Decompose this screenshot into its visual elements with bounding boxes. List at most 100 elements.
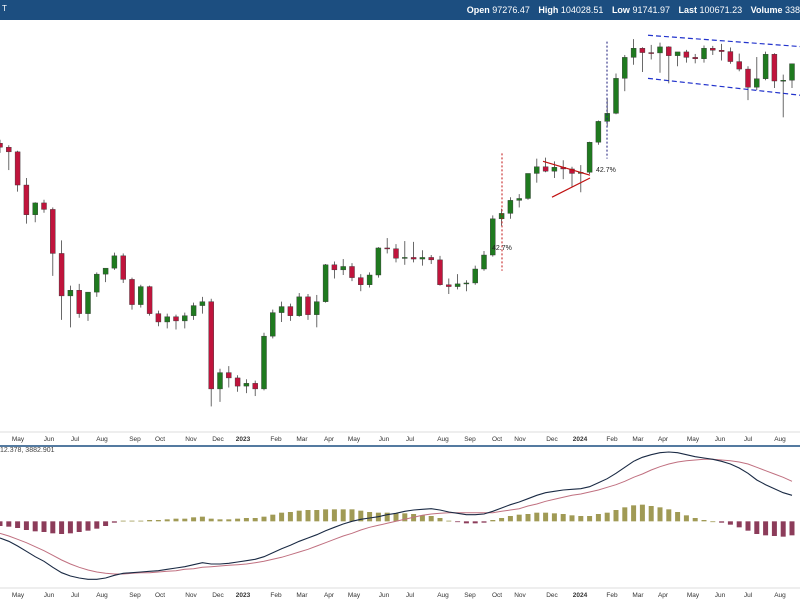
x-tick-label-bottom: 2023	[236, 592, 251, 599]
x-tick-label-bottom: May	[687, 592, 700, 599]
histogram-bar	[631, 505, 637, 522]
histogram-bar	[349, 509, 355, 522]
candle-body	[243, 383, 250, 387]
candle-body	[375, 247, 382, 276]
ohlc-readout: Open 97276.47 High 104028.51 Low 91741.9…	[461, 5, 800, 15]
candle-body	[111, 255, 118, 269]
histogram-bar	[191, 517, 197, 522]
candle-body	[613, 78, 619, 114]
candle-body	[146, 286, 153, 314]
x-tick-label-top: Apr	[658, 436, 669, 443]
histogram-bar	[727, 521, 733, 525]
candle-body	[481, 254, 487, 270]
candle-body	[94, 273, 100, 293]
x-tick-label-bottom: May	[348, 592, 361, 599]
candle-body	[331, 264, 338, 271]
x-tick-label-bottom: Mar	[296, 592, 308, 599]
candle-body	[85, 291, 91, 314]
histogram-bar	[701, 520, 707, 522]
histogram-bar	[666, 509, 672, 522]
histogram-bar	[147, 520, 153, 522]
candle-body	[648, 52, 654, 54]
candle-body	[622, 57, 628, 79]
histogram-bar	[217, 519, 223, 522]
candle-body	[217, 372, 223, 390]
x-tick-label-top: Jul	[406, 436, 415, 443]
histogram-bar	[314, 510, 320, 522]
x-tick-label-bottom: Aug	[774, 592, 786, 599]
x-tick-label-top: Oct	[155, 436, 165, 443]
histogram-bar	[182, 518, 188, 522]
candle-body	[296, 296, 302, 316]
candle-body	[595, 121, 602, 143]
candle-body	[692, 57, 698, 59]
candle-body	[472, 268, 478, 284]
histogram-bar	[437, 518, 443, 522]
histogram-bar	[455, 521, 461, 523]
x-tick-label-top: Jul	[744, 436, 753, 443]
candle-body	[76, 290, 82, 314]
histogram-bar	[613, 510, 619, 522]
price-x-axis: May Jun Jul Aug Sep Oct Nov Dec 2023 Feb Mar Apr May…	[0, 431, 800, 444]
histogram-bar	[279, 512, 285, 522]
x-tick-label-bottom: Apr	[658, 592, 669, 599]
histogram-bar	[287, 512, 293, 522]
histogram-bar	[173, 518, 179, 522]
histogram-bar	[164, 519, 170, 522]
x-tick-label-bottom: Dec	[212, 592, 224, 599]
candle-body	[586, 142, 593, 173]
histogram-bar	[463, 521, 469, 524]
chart-header-bar: T Open 97276.47 High 104028.51 Low 91741…	[0, 0, 800, 20]
histogram-bar	[648, 506, 654, 522]
candle-body	[384, 247, 390, 250]
x-tick-label-bottom: 2024	[573, 592, 588, 599]
candle-body	[666, 46, 672, 56]
candle-body	[516, 198, 522, 201]
candle-body	[14, 151, 21, 186]
histogram-bar	[129, 520, 135, 522]
symbol-label: T	[2, 4, 7, 13]
x-tick-label-top: May	[687, 436, 700, 443]
candle-body	[771, 54, 778, 82]
x-tick-label-bottom: Jun	[44, 592, 55, 599]
histogram-bar	[226, 519, 232, 522]
candle-body	[402, 257, 408, 259]
low-label: Low	[611, 5, 630, 15]
candle-body	[102, 267, 109, 275]
candle-body	[366, 274, 373, 285]
candle-body	[525, 173, 531, 199]
volume-label: Volume	[750, 5, 783, 15]
histogram-bar	[622, 507, 628, 522]
macd-x-axis: May Jun Jul Aug Sep Oct Nov Dec 2023 Feb Mar Apr May…	[0, 587, 800, 600]
last-value: 100671.23	[699, 5, 743, 15]
histogram-bar	[507, 516, 513, 522]
candle-body	[6, 147, 12, 153]
x-tick-label-top: Dec	[212, 436, 224, 443]
candle-body	[182, 315, 188, 322]
histogram-bar	[745, 521, 751, 531]
candle-body	[710, 48, 716, 51]
histogram-bar	[754, 521, 760, 534]
candle-body	[0, 143, 3, 148]
x-tick-label-bottom: Jun	[715, 592, 726, 599]
x-tick-label-bottom: Nov	[185, 592, 197, 599]
histogram-bar	[15, 521, 21, 528]
candle-body	[261, 335, 267, 390]
histogram-bar	[59, 521, 65, 534]
histogram-bar	[789, 521, 795, 536]
candle-body	[428, 257, 434, 261]
histogram-bar	[111, 521, 117, 523]
candle-body	[50, 209, 56, 254]
histogram-bar	[296, 510, 302, 522]
price-chart[interactable]: May Jun Jul Aug Sep Oct Nov Dec 2023 Feb Mar Apr May…	[0, 20, 800, 600]
candle-body	[349, 266, 355, 278]
x-tick-label-bottom: Jun	[379, 592, 390, 599]
histogram-bar	[367, 512, 373, 522]
x-tick-label-top: Dec	[546, 436, 558, 443]
x-tick-label-bottom: May	[12, 592, 25, 599]
x-tick-label-bottom: Oct	[155, 592, 165, 599]
histogram-bar	[534, 512, 540, 522]
x-tick-label-top: May	[348, 436, 361, 443]
candle-body	[410, 257, 417, 260]
x-tick-label-bottom: Aug	[96, 592, 108, 599]
